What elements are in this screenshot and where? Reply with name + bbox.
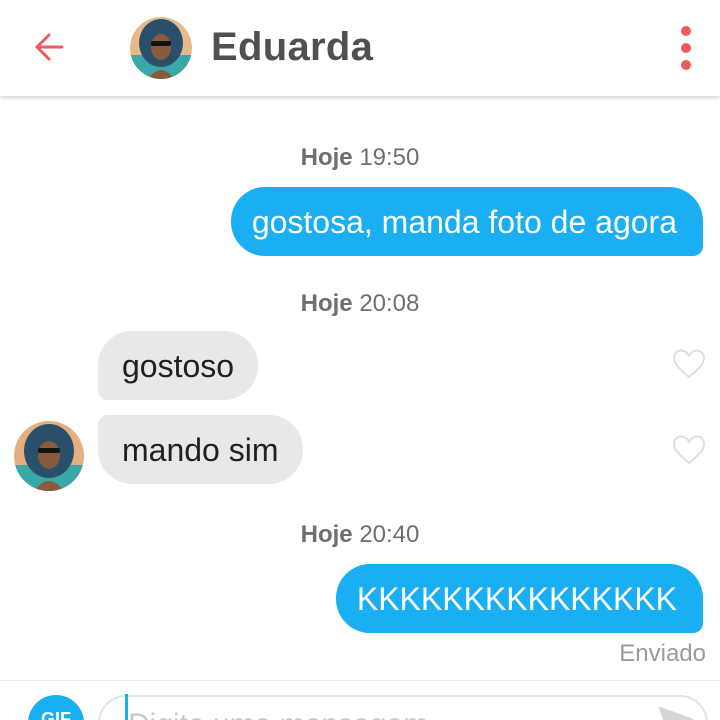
contact-avatar-small[interactable]: [14, 421, 84, 491]
timestamp-time: 19:50: [359, 144, 420, 171]
more-options-button[interactable]: [668, 24, 704, 72]
chat-header: Eduarda: [0, 0, 720, 96]
message-timestamp: Hoje 20:40: [0, 521, 720, 549]
timestamp-day: Hoje: [300, 290, 353, 317]
received-message-bubble[interactable]: mando sim: [98, 415, 303, 484]
send-icon[interactable]: [656, 704, 696, 720]
sent-message-bubble[interactable]: gostosa, manda foto de agora: [230, 187, 703, 256]
more-dots-icon: [681, 26, 691, 36]
received-message-bubble[interactable]: gostoso: [98, 331, 259, 400]
arrow-left-icon: [35, 33, 64, 61]
back-button[interactable]: [30, 28, 68, 66]
timestamp-day: Hoje: [300, 144, 353, 171]
message-timestamp: Hoje 20:08: [0, 290, 720, 318]
more-dot: [681, 60, 691, 70]
timestamp-day: Hoje: [300, 521, 353, 548]
contact-avatar[interactable]: [130, 17, 192, 79]
message-input[interactable]: [98, 695, 708, 720]
sent-message-bubble[interactable]: KKKKKKKKKKKKKKK: [335, 564, 703, 633]
gif-button[interactable]: GIF: [28, 695, 84, 720]
message-text: mando sim: [122, 431, 279, 468]
message-status: Enviado: [619, 640, 706, 667]
heart-icon[interactable]: [672, 434, 706, 466]
message-composer: GIF: [0, 680, 720, 720]
text-caret: [125, 694, 128, 720]
message-text: KKKKKKKKKKKKKKK: [356, 580, 677, 617]
contact-name[interactable]: Eduarda: [211, 24, 373, 70]
heart-icon[interactable]: [672, 348, 706, 380]
more-dot: [681, 43, 691, 53]
timestamp-time: 20:08: [359, 290, 420, 317]
timestamp-time: 20:40: [359, 521, 420, 548]
message-text: gostosa, manda foto de agora: [251, 203, 677, 240]
message-text: gostoso: [122, 347, 235, 384]
message-timestamp: Hoje 19:50: [0, 144, 720, 172]
